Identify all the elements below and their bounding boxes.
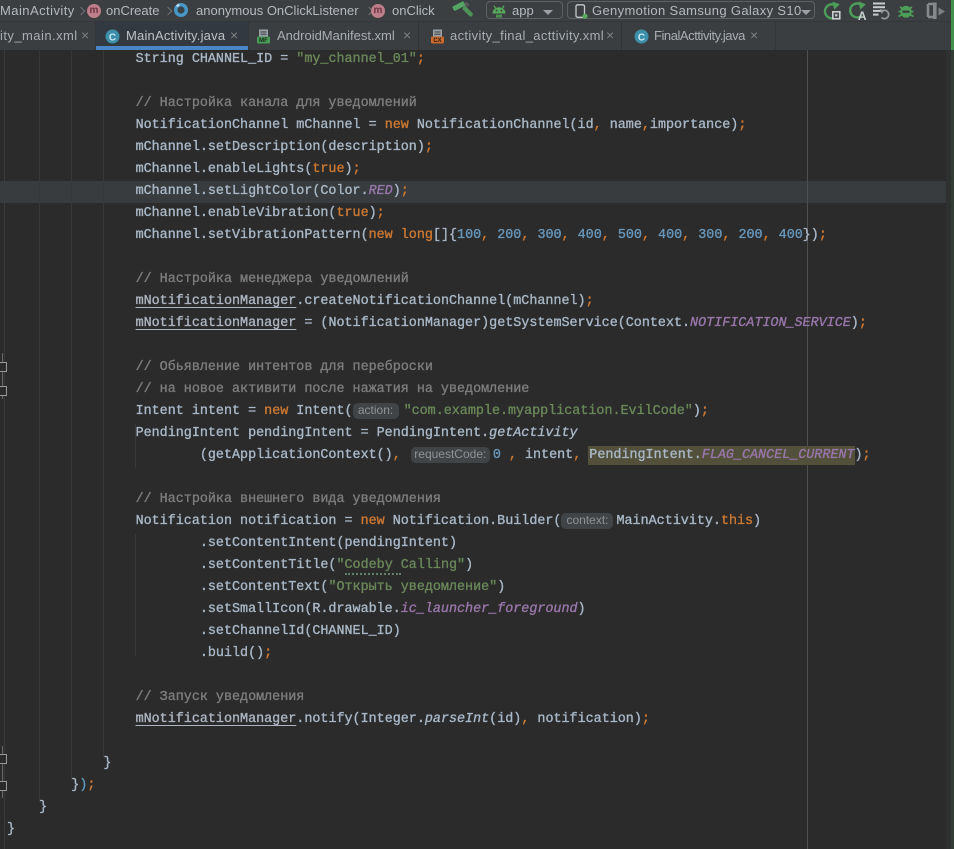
svg-text:C: C — [638, 32, 645, 43]
svg-text:MF: MF — [259, 38, 268, 44]
svg-text:C: C — [109, 32, 116, 43]
svg-text:A: A — [858, 9, 867, 21]
svg-text:CX: CX — [433, 38, 441, 44]
